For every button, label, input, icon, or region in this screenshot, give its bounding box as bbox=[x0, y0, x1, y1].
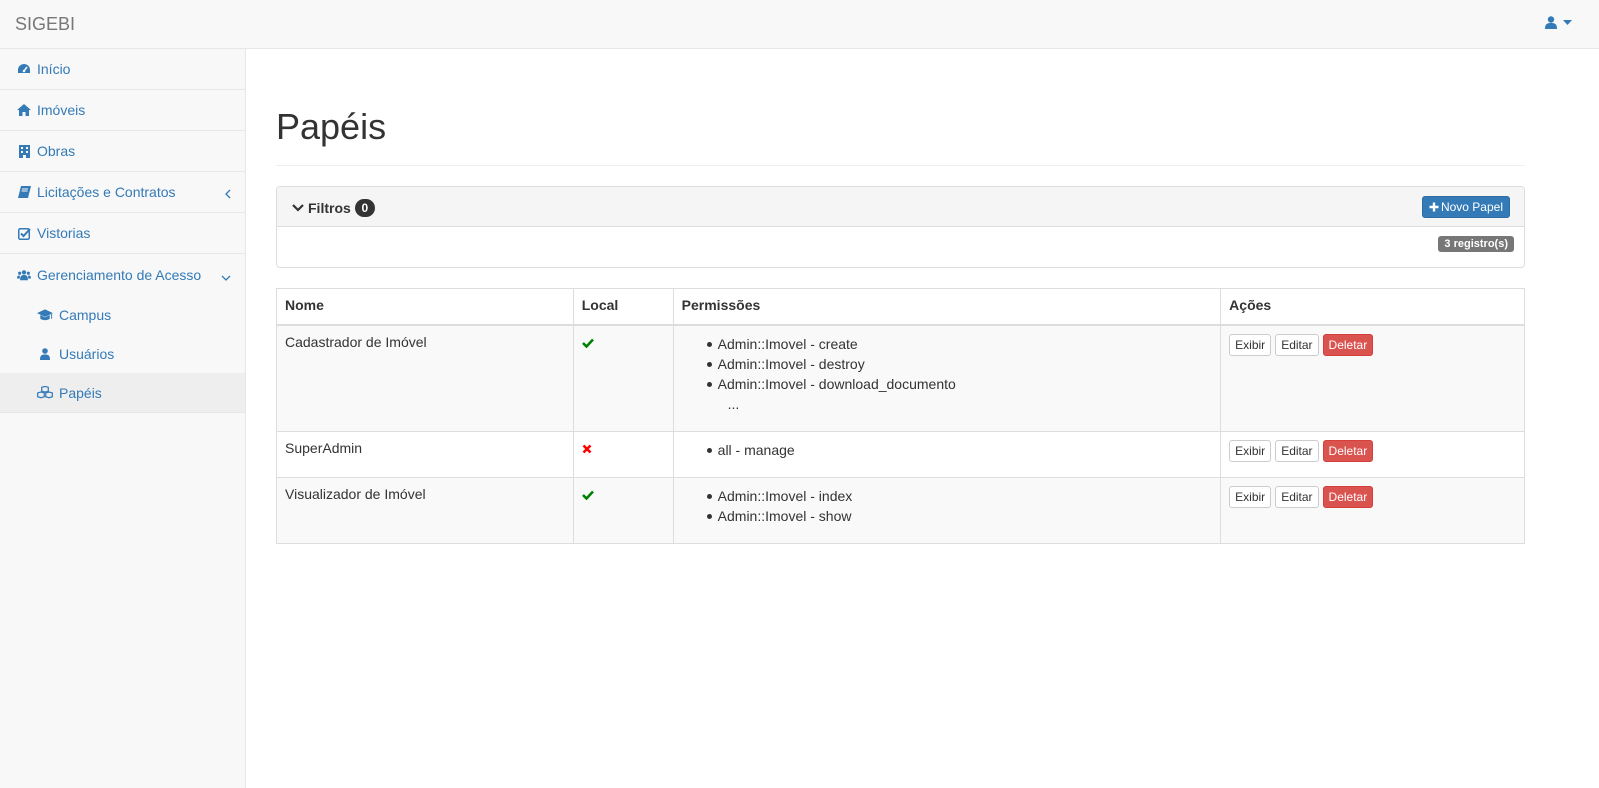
chevron-down-icon bbox=[292, 203, 304, 212]
edit-button[interactable]: Editar bbox=[1275, 485, 1319, 508]
filters-panel-body: 3 registro(s) bbox=[277, 227, 1524, 267]
filters-panel: Filtros 0 Novo Papel 3 registro(s) bbox=[276, 185, 1525, 268]
show-button[interactable]: Exibir bbox=[1229, 334, 1272, 357]
sidebar-subitem-label: Usuários bbox=[59, 345, 115, 362]
sidebar-subitem-label: Campus bbox=[59, 306, 112, 323]
sidebar-subitem-campus[interactable]: Campus bbox=[0, 295, 245, 334]
cell-acoes: Exibir Editar Deletar bbox=[1220, 476, 1525, 544]
row-actions: Exibir Editar Deletar bbox=[1229, 334, 1516, 357]
permissions-more: ... bbox=[727, 396, 740, 413]
check-square-icon bbox=[17, 226, 31, 240]
row-actions: Exibir Editar Deletar bbox=[1229, 439, 1516, 462]
top-navbar: SIGEBI bbox=[0, 0, 1599, 49]
sidebar-subitem-label: Papéis bbox=[59, 384, 102, 401]
edit-button[interactable]: Editar bbox=[1275, 334, 1319, 357]
table-row: Visualizador de Imóvel Admin::Imovel - i… bbox=[276, 476, 1525, 544]
sidebar-group-acesso: Gerenciamento de Acesso Campus Usuários … bbox=[0, 254, 245, 413]
records-count: 3 registro(s) bbox=[1438, 235, 1514, 252]
dashboard-icon bbox=[17, 62, 31, 76]
user-icon bbox=[1545, 16, 1557, 29]
permissions-list: Admin::Imovel - create Admin::Imovel - d… bbox=[682, 334, 1213, 394]
edit-button[interactable]: Editar bbox=[1275, 439, 1319, 462]
sidebar: Início Imóveis Obras Licitações e Contra… bbox=[0, 49, 246, 788]
permission-item: Admin::Imovel - download_documento bbox=[706, 374, 1213, 394]
delete-button[interactable]: Deletar bbox=[1322, 439, 1374, 462]
cell-nome: Cadastrador de Imóvel bbox=[276, 324, 574, 432]
cell-acoes: Exibir Editar Deletar bbox=[1220, 324, 1525, 432]
plus-icon bbox=[1429, 202, 1439, 212]
sidebar-item-inicio[interactable]: Início bbox=[0, 49, 245, 90]
user-menu[interactable] bbox=[1545, 16, 1572, 29]
cubes-icon bbox=[37, 386, 53, 400]
main-content: Papéis Filtros 0 Novo Papel 3 registro(s… bbox=[276, 49, 1525, 544]
brand[interactable]: SIGEBI bbox=[15, 14, 75, 35]
page-title: Papéis bbox=[276, 106, 387, 147]
cross-icon bbox=[582, 444, 592, 454]
cell-permissoes: all - manage bbox=[672, 430, 1222, 478]
chevron-left-icon bbox=[225, 186, 231, 202]
permissions-list: Admin::Imovel - index Admin::Imovel - sh… bbox=[682, 486, 1213, 526]
sidebar-subitem-usuarios[interactable]: Usuários bbox=[0, 334, 245, 373]
cell-acoes: Exibir Editar Deletar bbox=[1220, 430, 1525, 478]
book-icon bbox=[17, 185, 31, 199]
filters-label: Filtros bbox=[308, 199, 351, 216]
sidebar-item-gerenciamento[interactable]: Gerenciamento de Acesso bbox=[0, 254, 245, 295]
caret-down-icon bbox=[1563, 20, 1572, 25]
home-icon bbox=[17, 103, 31, 117]
sidebar-item-label: Gerenciamento de Acesso bbox=[37, 266, 202, 283]
check-icon bbox=[581, 338, 594, 349]
user-icon bbox=[37, 347, 53, 361]
column-header-nome[interactable]: Nome bbox=[276, 287, 574, 327]
filters-count-badge: 0 bbox=[354, 198, 375, 217]
row-actions: Exibir Editar Deletar bbox=[1229, 485, 1516, 508]
sidebar-item-imoveis[interactable]: Imóveis bbox=[0, 90, 245, 131]
filters-panel-heading: Filtros 0 Novo Papel bbox=[277, 186, 1524, 227]
sidebar-item-licitacoes[interactable]: Licitações e Contratos bbox=[0, 172, 245, 213]
permission-item: Admin::Imovel - destroy bbox=[706, 354, 1213, 374]
sidebar-subitem-papeis[interactable]: Papéis bbox=[0, 373, 245, 412]
delete-button[interactable]: Deletar bbox=[1322, 334, 1374, 357]
new-role-button[interactable]: Novo Papel bbox=[1421, 195, 1510, 218]
table-header-row: Nome Local Permissões Ações bbox=[276, 287, 1525, 327]
show-button[interactable]: Exibir bbox=[1229, 485, 1272, 508]
cell-nome: Visualizador de Imóvel bbox=[276, 476, 574, 544]
permission-item: all - manage bbox=[706, 440, 1213, 460]
sidebar-item-vistorias[interactable]: Vistorias bbox=[0, 213, 245, 254]
table-row: SuperAdmin all - manage Exibir Editar De… bbox=[276, 430, 1525, 478]
column-header-permissoes[interactable]: Permissões bbox=[672, 287, 1222, 327]
cell-local bbox=[572, 430, 674, 478]
cell-permissoes: Admin::Imovel - create Admin::Imovel - d… bbox=[672, 324, 1222, 432]
permission-item: Admin::Imovel - index bbox=[706, 486, 1213, 506]
new-role-label: Novo Papel bbox=[1440, 199, 1503, 214]
table-row: Cadastrador de Imóvel Admin::Imovel - cr… bbox=[276, 324, 1525, 432]
column-header-local[interactable]: Local bbox=[572, 287, 674, 327]
sidebar-item-obras[interactable]: Obras bbox=[0, 131, 245, 172]
check-icon bbox=[581, 490, 594, 500]
cell-permissoes: Admin::Imovel - index Admin::Imovel - sh… bbox=[672, 476, 1222, 544]
permission-item: Admin::Imovel - create bbox=[706, 334, 1213, 354]
permissions-list: all - manage bbox=[682, 440, 1213, 460]
cell-nome: SuperAdmin bbox=[276, 430, 574, 478]
chevron-down-icon bbox=[221, 268, 231, 284]
delete-button[interactable]: Deletar bbox=[1322, 485, 1374, 508]
sidebar-item-label: Início bbox=[37, 61, 71, 77]
column-header-acoes: Ações bbox=[1220, 287, 1525, 327]
sidebar-item-label: Imóveis bbox=[37, 102, 86, 118]
users-icon bbox=[17, 268, 31, 282]
sidebar-item-label: Vistorias bbox=[37, 225, 91, 241]
page-header: Papéis bbox=[276, 107, 1525, 166]
building-icon bbox=[17, 144, 31, 158]
cell-local bbox=[572, 324, 674, 432]
sidebar-item-label: Licitações e Contratos bbox=[37, 184, 176, 200]
cell-local bbox=[572, 476, 674, 544]
show-button[interactable]: Exibir bbox=[1229, 439, 1272, 462]
graduation-cap-icon bbox=[37, 308, 53, 322]
sidebar-item-label: Obras bbox=[37, 143, 76, 159]
roles-table: Nome Local Permissões Ações Cadastrador … bbox=[276, 287, 1525, 544]
filters-toggle[interactable]: Filtros 0 bbox=[292, 198, 375, 217]
permission-item: Admin::Imovel - show bbox=[706, 506, 1213, 526]
